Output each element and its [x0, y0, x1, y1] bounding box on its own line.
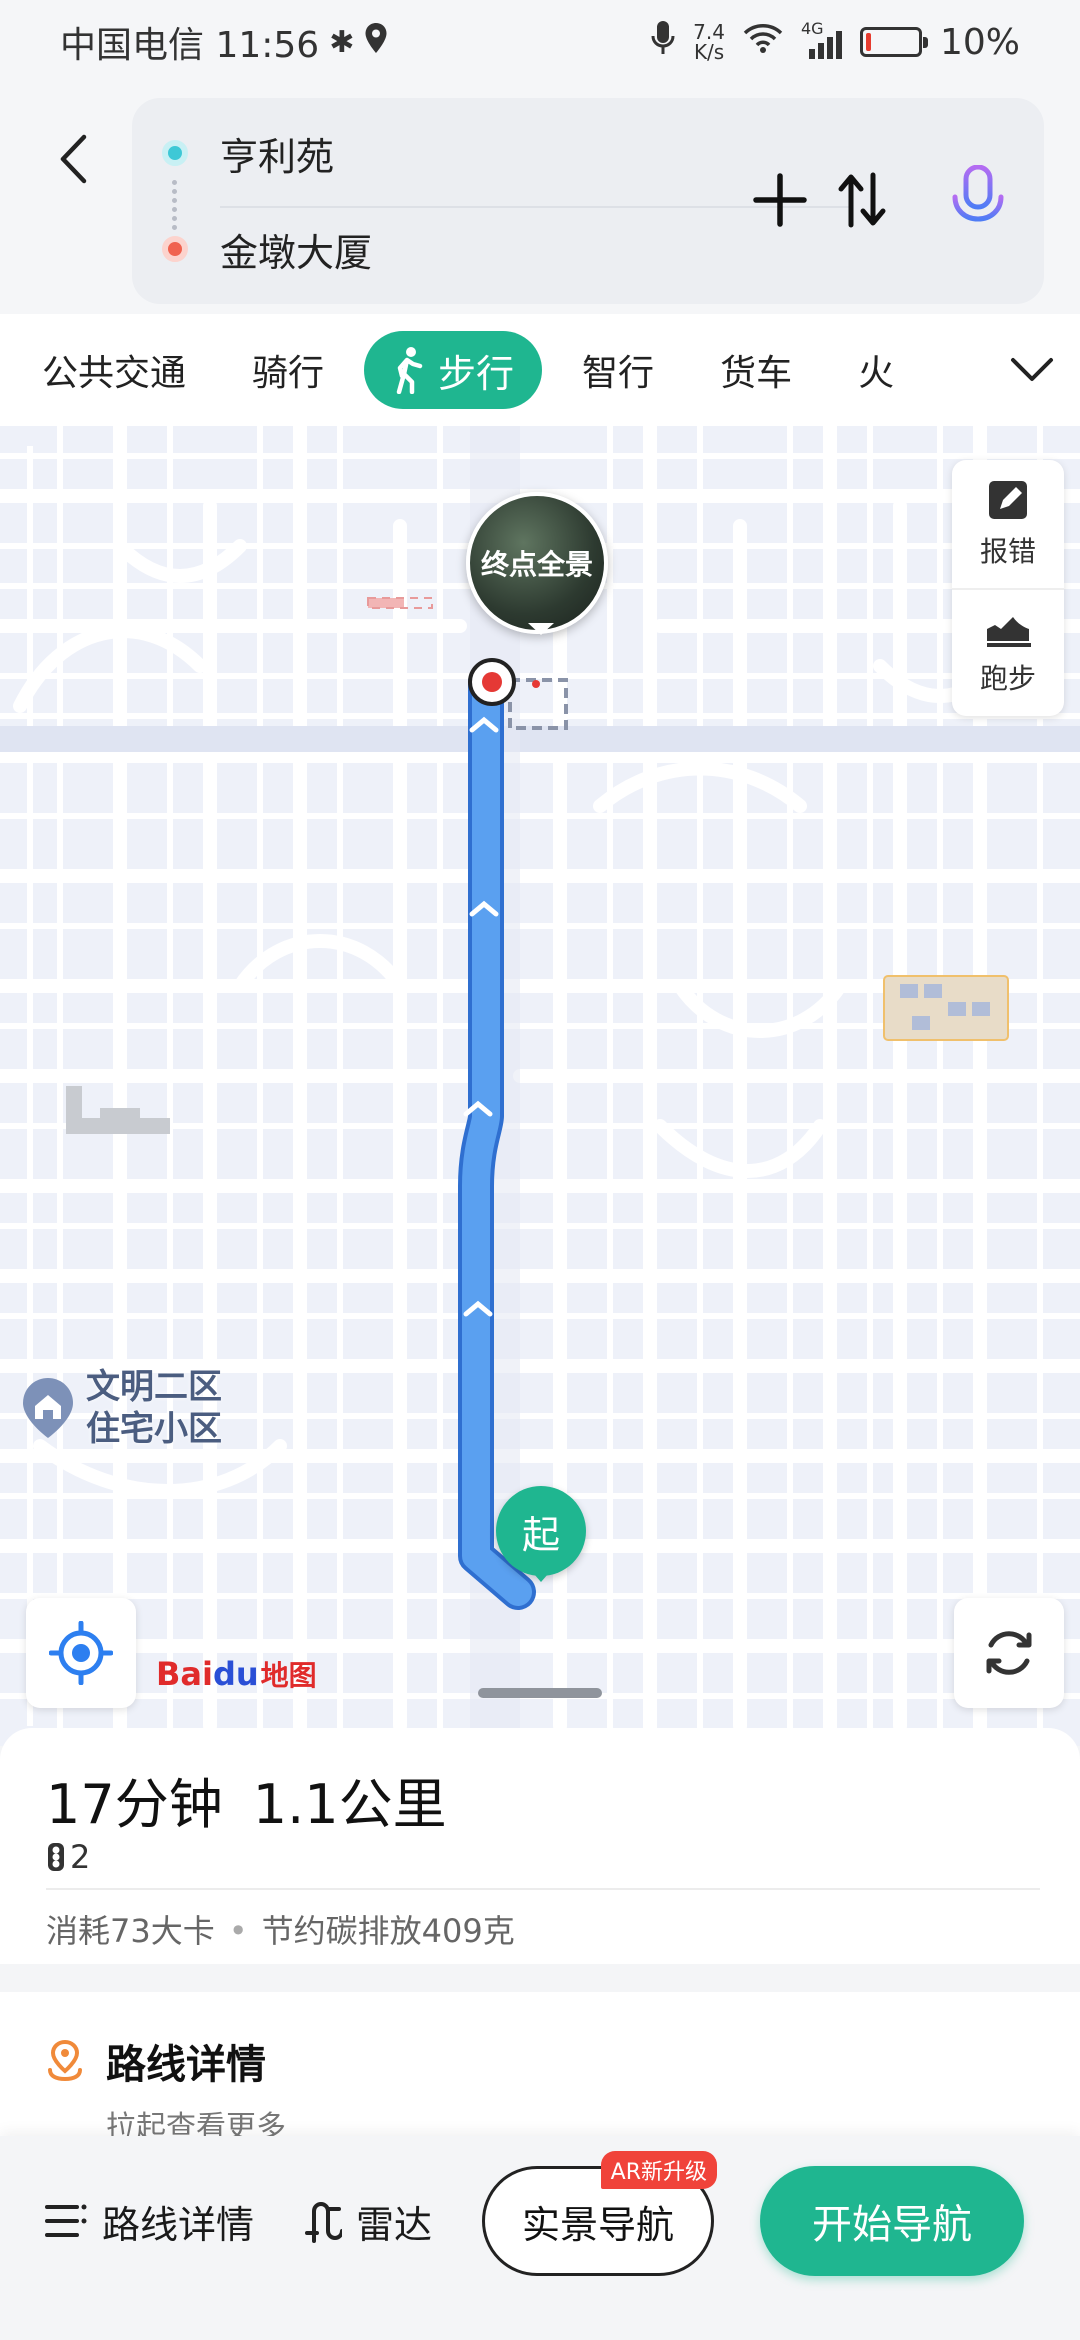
running-mode-button[interactable]: 跑步 — [952, 588, 1064, 716]
route-detail-title: 路线详情 — [106, 2042, 266, 2088]
swap-icon — [838, 172, 886, 228]
radar-label: 雷达 — [356, 2202, 433, 2247]
carrier-time: 中国电信 11:56 — [60, 25, 320, 66]
destination-text: 金墩大厦 — [220, 230, 373, 275]
net-speed: 7.4 K/s — [693, 22, 725, 62]
list-icon — [45, 2204, 87, 2237]
tab-smart[interactable]: 智行 — [582, 344, 654, 396]
tab-train[interactable]: 火 — [858, 344, 894, 396]
tab-transit[interactable]: 公共交通 — [42, 344, 186, 396]
chevron-left-icon — [60, 134, 87, 184]
edit-icon — [989, 481, 1027, 519]
add-waypoint-button[interactable] — [740, 158, 820, 242]
cellular-signal-icon: 4G — [801, 19, 842, 59]
tab-walking[interactable]: 步行 — [364, 331, 543, 409]
wifi-icon — [743, 22, 783, 63]
traffic-lights: 2 — [46, 1838, 90, 1876]
dot-separator: • — [228, 1912, 248, 1950]
running-shoe-icon — [987, 617, 1031, 647]
voice-input-button[interactable] — [938, 158, 1018, 242]
battery-icon — [859, 27, 928, 57]
tab-cycling[interactable]: 骑行 — [252, 344, 324, 396]
start-navigation-label: 开始导航 — [812, 2202, 972, 2248]
start-marker: 起 — [496, 1486, 586, 1582]
running-mode-label: 跑步 — [979, 662, 1036, 695]
route-details-button[interactable]: 路线详情 — [44, 2166, 254, 2276]
carbon-text: 节约碳排放409克 — [261, 1912, 515, 1950]
origin-text: 亨利苑 — [220, 134, 335, 179]
route-time: 17分钟 — [46, 1773, 223, 1836]
ar-navigation-button[interactable]: 实景导航 AR新升级 — [482, 2151, 717, 2276]
calorie-text: 消耗73大卡 — [46, 1912, 215, 1950]
route-header: 亨利苑 金墩大厦 — [0, 84, 1080, 314]
destination-panorama-button[interactable]: 终点全景 — [466, 492, 608, 635]
report-error-label: 报错 — [979, 535, 1036, 568]
ar-upgrade-badge: AR新升级 — [600, 2151, 717, 2189]
map-tools-panel: 报错 跑步 — [952, 460, 1064, 716]
logo-du: du — [212, 1655, 259, 1693]
locate-icon — [49, 1621, 113, 1685]
tab-walking-label: 步行 — [438, 351, 515, 396]
logo-bai: Bai — [156, 1655, 213, 1693]
location-icon — [364, 22, 388, 63]
network-type: 4G — [800, 19, 824, 38]
radar-icon — [305, 2202, 342, 2243]
map-view[interactable]: 报错 跑步 终点全景 起 文明二区 住宅小区 Bai du 地图 — [0, 426, 1080, 1746]
route-pin-icon — [48, 2040, 82, 2082]
baidu-map-logo: Bai du 地图 — [156, 1654, 317, 1694]
traffic-light-count: 2 — [70, 1838, 91, 1876]
route-input-box: 亨利苑 金墩大厦 — [132, 98, 1044, 304]
poi-residential[interactable]: 文明二区 住宅小区 — [20, 1366, 222, 1450]
route-distance: 1.1公里 — [252, 1773, 447, 1836]
residential-poi-icon — [23, 1378, 73, 1438]
report-error-button[interactable]: 报错 — [952, 460, 1064, 588]
logo-map: 地图 — [260, 1659, 317, 1692]
route-connector — [172, 180, 178, 230]
swap-route-button[interactable] — [822, 158, 902, 242]
origin-dot-icon — [162, 140, 188, 166]
tab-truck[interactable]: 货车 — [720, 344, 792, 396]
start-navigation-button[interactable]: 开始导航 — [760, 2166, 1024, 2276]
walking-icon — [396, 347, 423, 394]
route-details-label: 路线详情 — [102, 2202, 255, 2247]
back-button[interactable] — [48, 124, 98, 194]
refresh-route-button[interactable] — [954, 1598, 1064, 1708]
poi-name-line1: 文明二区 — [86, 1367, 222, 1407]
microphone-icon — [952, 165, 1004, 234]
microphone-icon — [651, 20, 675, 65]
poi-name-line2: 住宅小区 — [86, 1409, 222, 1449]
panorama-label: 终点全景 — [480, 548, 593, 581]
destination-dot-icon — [162, 236, 188, 262]
refresh-icon — [986, 1631, 1032, 1675]
route-summary[interactable]: 17分钟 1.1公里 2 消耗73大卡 • 节约碳排放409克 — [0, 1728, 1080, 1964]
sheet-drag-handle[interactable] — [478, 1688, 602, 1698]
travel-mode-tabs: 公共交通 骑行 步行 智行 货车 火 — [0, 314, 1080, 426]
chevron-down-icon — [1011, 358, 1053, 381]
more-modes-button[interactable] — [984, 314, 1080, 426]
battery-percent: 10% — [939, 21, 1020, 63]
traffic-light-icon — [48, 1843, 64, 1871]
ar-navigation-label: 实景导航 — [521, 2202, 674, 2247]
calorie-carbon: 消耗73大卡 • 节约碳排放409克 — [46, 1906, 515, 1952]
plus-icon — [753, 173, 807, 227]
time-distance: 17分钟 1.1公里 — [46, 1760, 447, 1839]
radar-button[interactable]: 雷达 — [304, 2166, 432, 2276]
bottom-action-bar: 路线详情 雷达 实景导航 AR新升级 开始导航 — [0, 2136, 1080, 2340]
battery-fill — [865, 33, 871, 51]
net-speed-unit: K/s — [693, 40, 725, 64]
locate-me-button[interactable] — [26, 1598, 136, 1708]
start-marker-label: 起 — [521, 1512, 560, 1557]
summary-divider — [46, 1888, 1040, 1890]
bluetooth-icon: ✱ — [329, 24, 355, 60]
status-bar: 中国电信 11:56 ✱ 7.4 K/s 4G 10% — [0, 0, 1080, 84]
